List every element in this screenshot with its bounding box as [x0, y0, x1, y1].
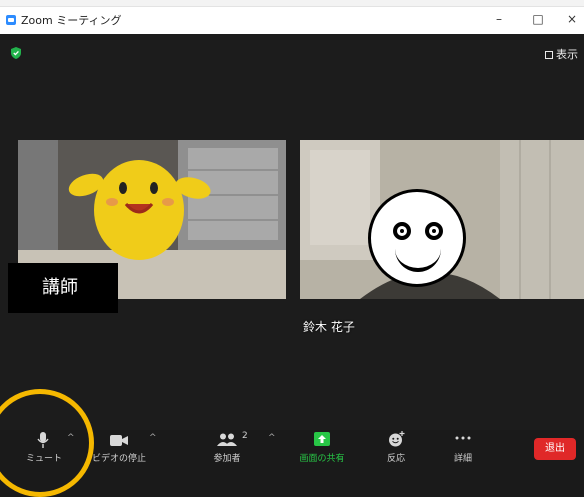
stop-video-label: ビデオの停止 [91, 454, 146, 464]
zoom-app-icon [6, 15, 16, 25]
leave-meeting-button[interactable]: 退出 [534, 438, 576, 460]
instructor-label: 講師 [8, 263, 118, 313]
share-screen-label: 画面の共有 [299, 454, 345, 464]
window-title: Zoom ミーティング [21, 14, 122, 27]
participants-icon [217, 433, 237, 446]
video-camera-icon [110, 435, 128, 446]
security-shield-icon [11, 47, 21, 59]
smiley-mouth [395, 248, 441, 272]
share-screen-icon [314, 432, 330, 446]
participants-label: 参加者 [213, 454, 241, 464]
smiley-left-eye [393, 222, 411, 240]
window-titlebar: Zoom ミーティング – □ × [0, 0, 584, 34]
reactions-button[interactable]: 反応 [377, 430, 415, 467]
video-options-caret[interactable]: ^ [149, 433, 157, 443]
participant-name: 鈴木 花子 [303, 320, 355, 334]
grid-view-icon [545, 51, 553, 59]
reactions-label: 反応 [386, 454, 405, 464]
view-toggle-button[interactable]: 表示 [545, 46, 578, 62]
face-cover-smiley [368, 189, 466, 287]
participants-options-caret[interactable]: ^ [268, 433, 276, 443]
share-screen-button[interactable]: 画面の共有 [292, 430, 352, 467]
close-button[interactable]: × [560, 11, 584, 27]
view-label: 表示 [556, 48, 578, 61]
participants-count: 2 [242, 431, 248, 441]
more-label: 詳細 [453, 454, 472, 464]
maximize-button[interactable]: □ [526, 11, 550, 27]
window-top-strip [0, 0, 584, 7]
stop-video-button[interactable]: ビデオの停止 [84, 430, 154, 467]
smiley-right-eye [425, 222, 443, 240]
reaction-emoji-icon [389, 431, 405, 447]
participants-button[interactable]: 2 参加者 [205, 430, 249, 467]
more-dots-icon [455, 436, 471, 440]
minimize-button[interactable]: – [487, 11, 511, 27]
more-button[interactable]: 詳細 [446, 430, 480, 467]
